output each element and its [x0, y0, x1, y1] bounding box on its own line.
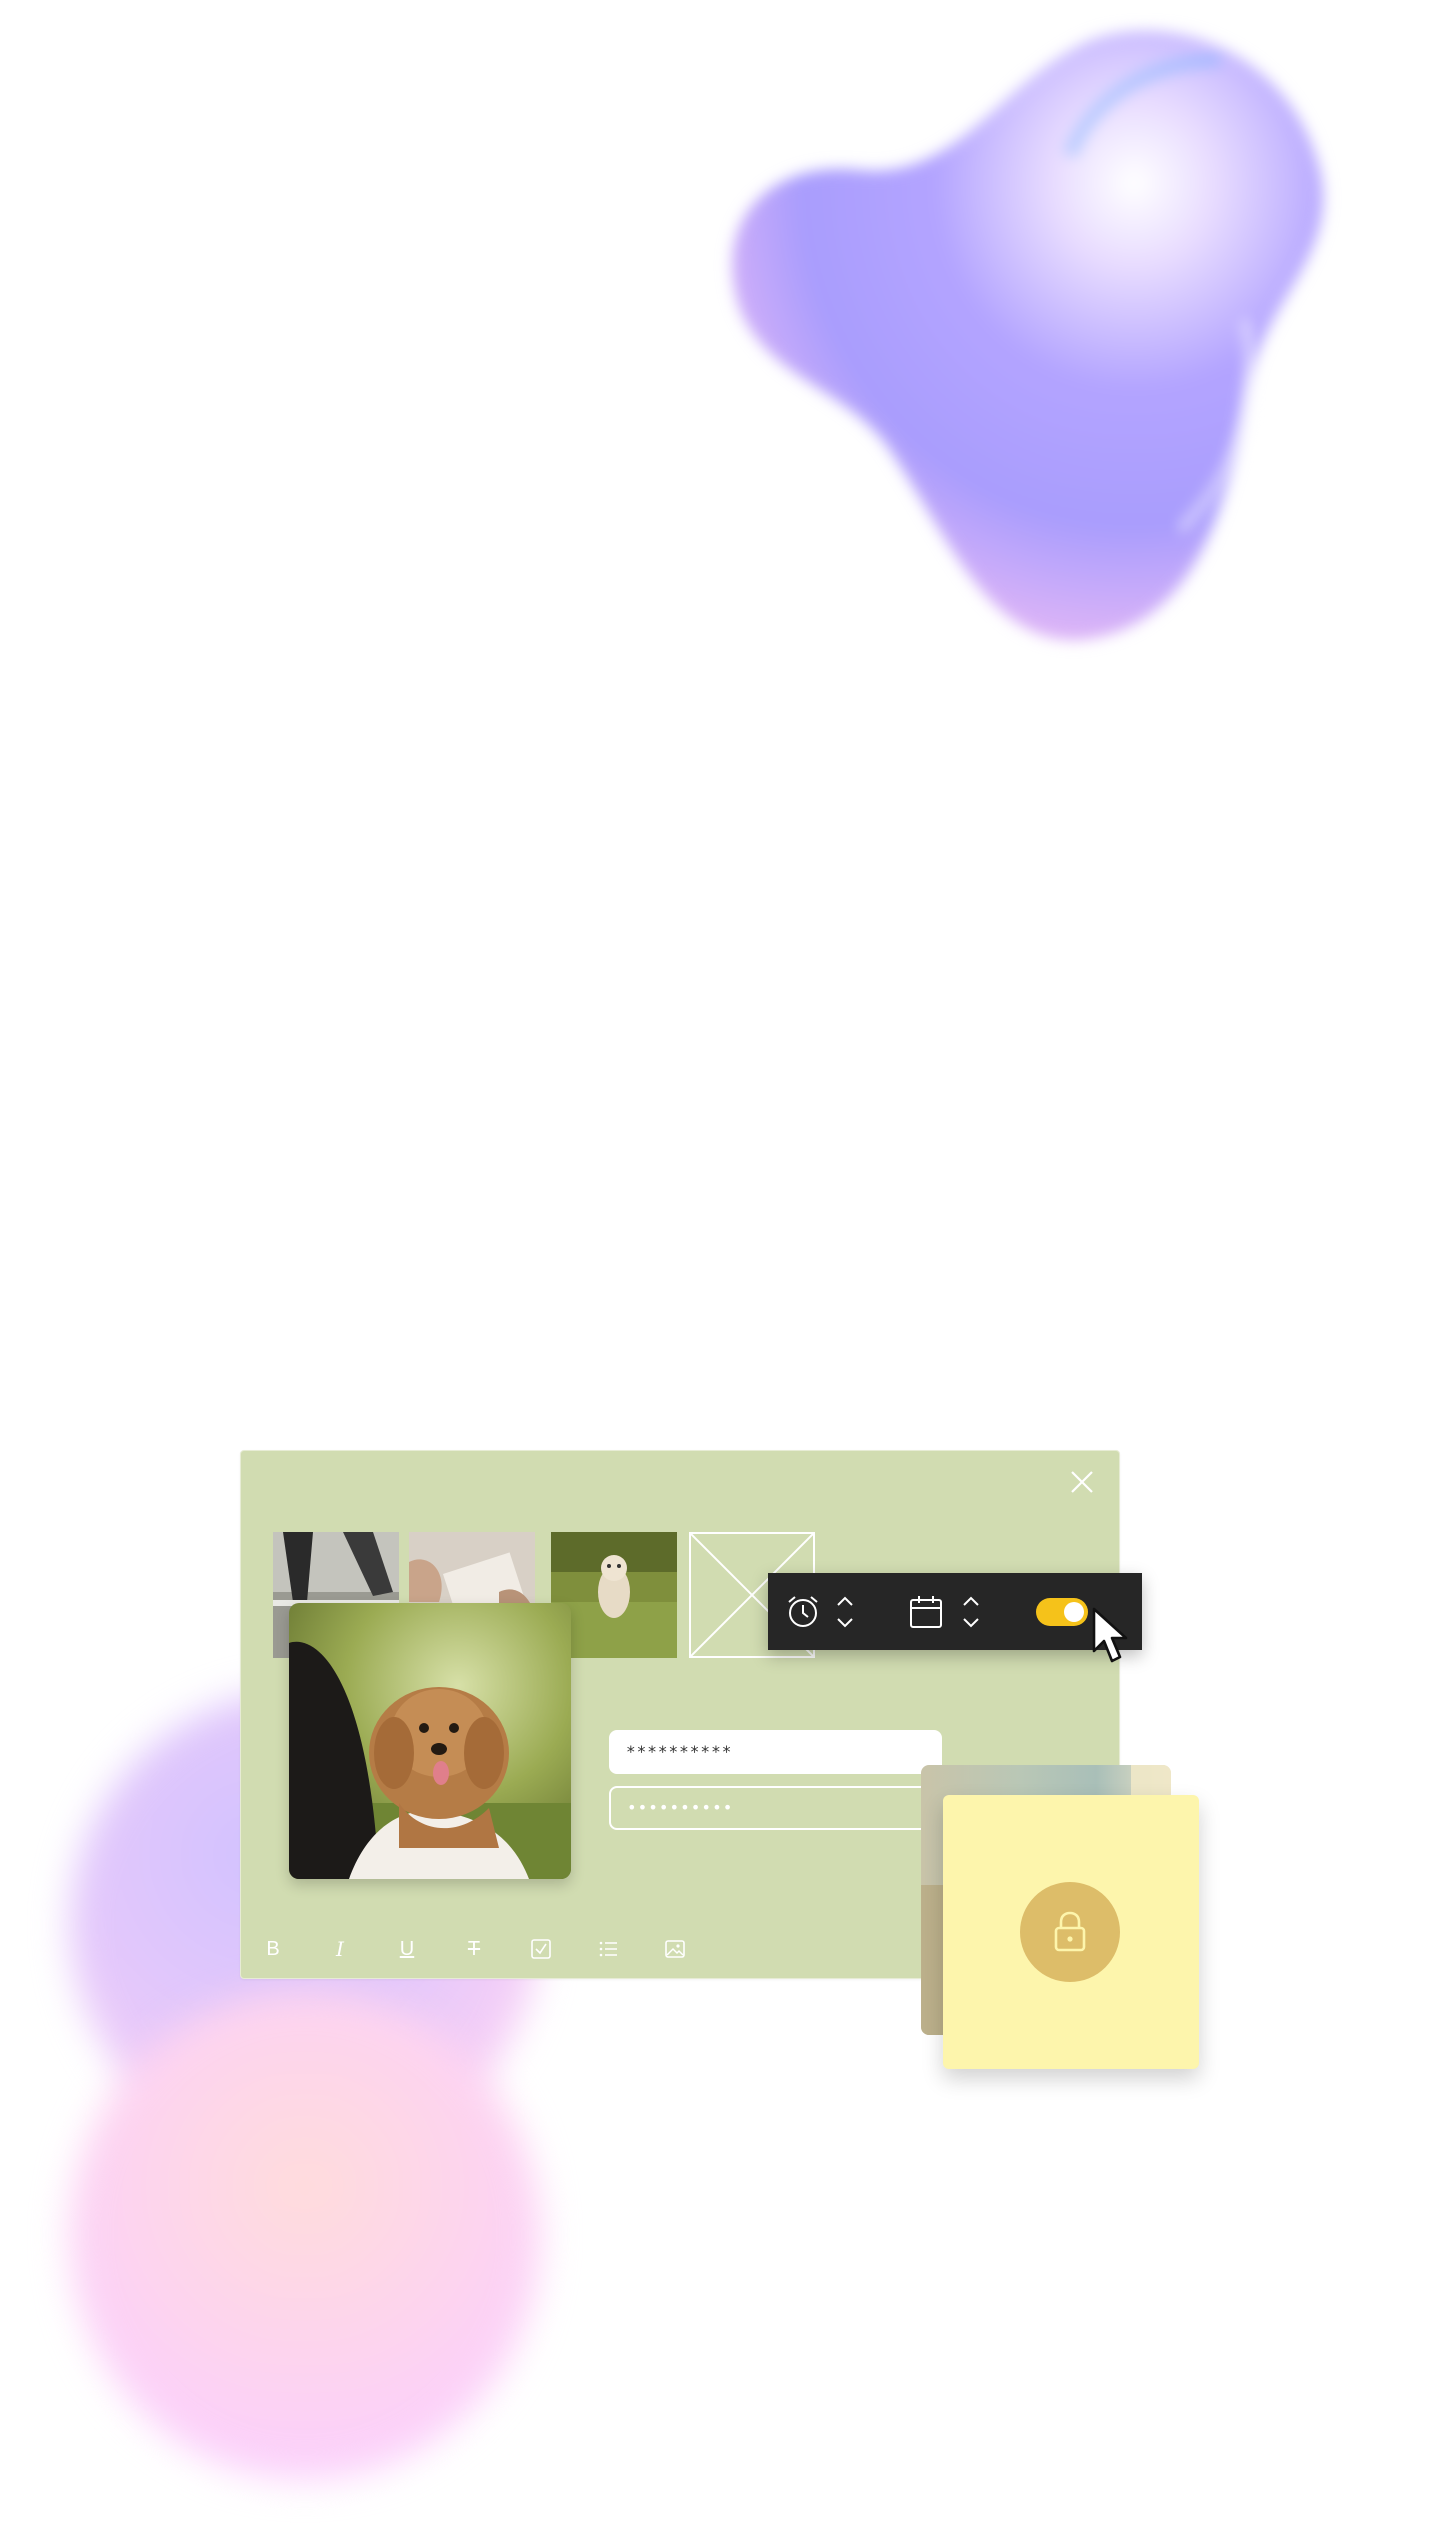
checkbox-icon[interactable]: [529, 1937, 553, 1961]
italic-icon[interactable]: I: [328, 1937, 352, 1961]
locked-card[interactable]: [943, 1795, 1199, 2069]
image-icon[interactable]: [663, 1937, 687, 1961]
password-confirm-field[interactable]: ••••••••••: [609, 1786, 942, 1830]
calendar-icon[interactable]: [908, 1594, 944, 1630]
list-icon[interactable]: [596, 1937, 620, 1961]
quick-settings-bar: [768, 1573, 1142, 1650]
date-stepper-icon[interactable]: [960, 1591, 982, 1633]
dog-photo[interactable]: [289, 1603, 571, 1879]
bold-icon[interactable]: B: [261, 1937, 285, 1961]
toggle-knob: [1064, 1602, 1084, 1622]
gradient-blob-decoration: [732, 30, 1324, 641]
underline-icon[interactable]: U: [395, 1937, 419, 1961]
lock-icon: [1054, 1911, 1086, 1952]
toggle-switch[interactable]: [1036, 1598, 1088, 1626]
alarm-clock-icon[interactable]: [784, 1593, 822, 1631]
close-icon[interactable]: [1067, 1467, 1097, 1497]
strikethrough-icon[interactable]: T: [462, 1937, 486, 1961]
formatting-toolbar: B I U T: [261, 1929, 730, 1969]
time-stepper-icon[interactable]: [834, 1591, 856, 1633]
password-field[interactable]: **********: [609, 1730, 942, 1774]
lock-button[interactable]: [1020, 1882, 1120, 1982]
pink-gradient-orb: [70, 1990, 540, 2480]
cursor-pointer-icon: [1092, 1607, 1128, 1663]
